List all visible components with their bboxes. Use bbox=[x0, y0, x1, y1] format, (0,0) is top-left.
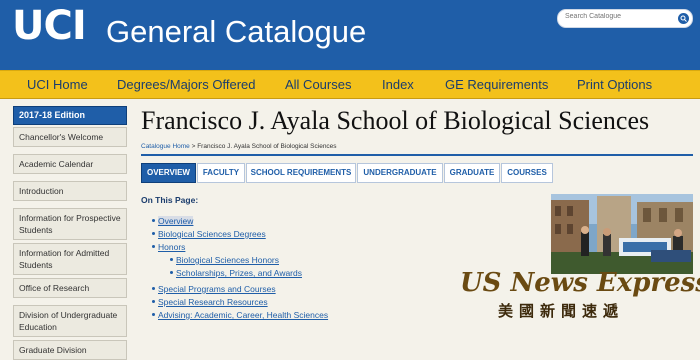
tab-graduate[interactable]: GRADUATE bbox=[444, 163, 500, 183]
on-this-page-heading: On This Page: bbox=[141, 195, 199, 205]
search-input[interactable] bbox=[565, 13, 665, 20]
link-honors[interactable]: Honors bbox=[158, 242, 185, 252]
tab-courses[interactable]: COURSES bbox=[501, 163, 553, 183]
tab-overview[interactable]: OVERVIEW bbox=[141, 163, 196, 183]
school-photo bbox=[551, 194, 693, 274]
breadcrumb-current: Francisco J. Ayala School of Biological … bbox=[197, 143, 337, 150]
list-item: Biological Sciences Honors bbox=[170, 255, 279, 265]
list-item: Advising: Academic, Career, Health Scien… bbox=[152, 310, 328, 320]
list-item: Biological Sciences Degrees bbox=[152, 229, 266, 239]
link-scholarships-prizes-awards[interactable]: Scholarships, Prizes, and Awards bbox=[176, 268, 302, 278]
site-header: UCI General Catalogue bbox=[0, 0, 700, 70]
sidebar-item-office-of-research[interactable]: Office of Research bbox=[13, 278, 127, 298]
page-title: Francisco J. Ayala School of Biological … bbox=[141, 106, 650, 135]
nav-all-courses[interactable]: All Courses bbox=[285, 77, 351, 92]
search-box[interactable] bbox=[557, 9, 693, 28]
title-divider bbox=[141, 154, 693, 156]
link-biological-sciences-honors[interactable]: Biological Sciences Honors bbox=[176, 255, 279, 265]
list-item: Special Programs and Courses bbox=[152, 284, 276, 294]
sidebar-item-academic-calendar[interactable]: Academic Calendar bbox=[13, 154, 127, 174]
nav-print-options[interactable]: Print Options bbox=[577, 77, 652, 92]
tab-faculty[interactable]: FACULTY bbox=[197, 163, 245, 183]
watermark: US News Express 美國新聞速遞 bbox=[460, 268, 700, 324]
catalogue-title[interactable]: General Catalogue bbox=[106, 12, 366, 52]
nav-index[interactable]: Index bbox=[382, 77, 414, 92]
uci-logo[interactable]: UCI bbox=[12, 4, 87, 48]
sidebar-item-undergraduate-education[interactable]: Division of Undergraduate Education bbox=[13, 305, 127, 337]
sidebar-item-introduction[interactable]: Introduction bbox=[13, 181, 127, 201]
list-item: Overview bbox=[152, 216, 194, 226]
breadcrumb-home-link[interactable]: Catalogue Home bbox=[141, 143, 190, 150]
list-item: Scholarships, Prizes, and Awards bbox=[170, 268, 302, 278]
tab-school-requirements[interactable]: SCHOOL REQUIREMENTS bbox=[246, 163, 356, 183]
link-overview[interactable]: Overview bbox=[158, 216, 194, 226]
nav-ge-requirements[interactable]: GE Requirements bbox=[445, 77, 548, 92]
watermark-chinese: 美國新聞速遞 bbox=[498, 302, 625, 320]
sidebar-edition[interactable]: 2017-18 Edition bbox=[13, 106, 127, 125]
link-special-programs[interactable]: Special Programs and Courses bbox=[158, 284, 276, 294]
sidebar-item-chancellors-welcome[interactable]: Chancellor's Welcome bbox=[13, 127, 127, 147]
nav-uci-home[interactable]: UCI Home bbox=[27, 77, 88, 92]
watermark-english: US News Express bbox=[460, 268, 700, 298]
sidebar-item-graduate-division[interactable]: Graduate Division bbox=[13, 340, 127, 360]
tab-undergraduate[interactable]: UNDERGRADUATE bbox=[357, 163, 443, 183]
list-item: Special Research Resources bbox=[152, 297, 268, 307]
sidebar-item-prospective-students[interactable]: Information for Prospective Students bbox=[13, 208, 127, 240]
search-icon bbox=[680, 15, 687, 22]
breadcrumb: Catalogue Home > Francisco J. Ayala Scho… bbox=[141, 143, 337, 150]
sidebar-item-admitted-students[interactable]: Information for Admitted Students bbox=[13, 243, 127, 275]
nav-degrees[interactable]: Degrees/Majors Offered bbox=[117, 77, 256, 92]
list-item: Honors bbox=[152, 242, 185, 252]
search-button[interactable] bbox=[678, 13, 689, 24]
link-advising[interactable]: Advising: Academic, Career, Health Scien… bbox=[158, 310, 328, 320]
main-nav: UCI Home Degrees/Majors Offered All Cour… bbox=[0, 70, 700, 99]
link-special-research-resources[interactable]: Special Research Resources bbox=[158, 297, 268, 307]
sidebar: 2017-18 Edition Chancellor's Welcome Aca… bbox=[13, 106, 127, 360]
link-biological-sciences-degrees[interactable]: Biological Sciences Degrees bbox=[158, 229, 266, 239]
